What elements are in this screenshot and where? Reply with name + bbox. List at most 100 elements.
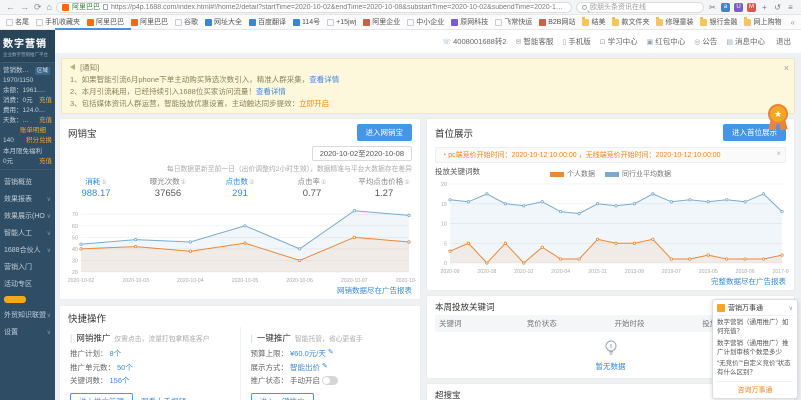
- svg-text:70: 70: [72, 212, 78, 218]
- extension-icon[interactable]: ✂: [708, 3, 717, 12]
- info-icon[interactable]: ①: [404, 180, 409, 186]
- bookmark-item[interactable]: 款文件夹: [612, 17, 649, 27]
- bookmark-item[interactable]: 名尾: [6, 17, 29, 27]
- bookmark-item[interactable]: 阿里巴巴: [87, 17, 124, 27]
- browser-nav-button[interactable]: ⟳: [34, 3, 42, 12]
- chat-question-link[interactable]: 数字营销（通用推广）如何充值？: [717, 319, 793, 337]
- chat-question-link[interactable]: 数字营销（通用推广）推广计划审核个数是多少: [717, 340, 793, 358]
- account-action-link[interactable]: 积分兑换: [26, 136, 52, 146]
- app-subtitle: 企业数字营销推广平台: [3, 51, 47, 57]
- header-link[interactable]: ✉ 智能客服: [516, 36, 554, 47]
- browser-search-input[interactable]: 欧朋头条资讯在线: [576, 2, 704, 13]
- date-range-picker[interactable]: 2020-10-02至2020-10-08: [312, 146, 412, 161]
- info-icon[interactable]: ②: [249, 180, 254, 186]
- sidebar-menu-item[interactable]: 营销概览 ∨: [0, 174, 55, 191]
- bookmark-item[interactable]: 百度翻译: [249, 17, 286, 27]
- bookmark-item[interactable]: 谷歌: [175, 17, 198, 27]
- medal-badge-icon[interactable]: ★: [765, 104, 791, 132]
- info-icon[interactable]: ①: [321, 180, 326, 186]
- bookmark-label: 阿里巴巴: [140, 17, 168, 27]
- bookmark-item[interactable]: 银行金融: [700, 17, 737, 27]
- browser-nav-button[interactable]: ←: [6, 3, 15, 12]
- extension-icon[interactable]: M: [747, 3, 756, 12]
- header-link-label: 学习中心: [608, 36, 638, 47]
- bookmark-item[interactable]: 手机收藏夹: [36, 17, 80, 27]
- address-bar[interactable]: 阿里巴巴 https://p4p.1688.com/index.html#!/h…: [56, 2, 572, 13]
- notice-open-link[interactable]: 立即开启: [299, 99, 329, 108]
- header-link-label: 智能客服: [523, 36, 553, 47]
- header-link[interactable]: ▤ 消息中心: [726, 36, 765, 47]
- edit-icon[interactable]: ✎: [328, 347, 334, 360]
- bookmark-item[interactable]: 网址大全: [205, 17, 242, 27]
- bookmark-label: 结美: [591, 17, 605, 27]
- enter-one-key-promo-button[interactable]: 进入一键推广: [251, 393, 314, 400]
- sidebar-menu-label: 设置: [4, 327, 18, 337]
- sidebar-menu-item[interactable]: 效果展示(HO ∨: [0, 208, 55, 225]
- browser-nav-button[interactable]: →: [20, 3, 29, 12]
- bookmark-label: 原网科技: [460, 17, 488, 27]
- sidebar-menu-item[interactable]: 智能人工 ∨: [0, 225, 55, 242]
- clock-icon: ◔: [442, 152, 446, 159]
- svg-text:2019-05: 2019-05: [698, 269, 717, 275]
- svg-text:30: 30: [72, 258, 78, 264]
- wangxiaobao-report-link[interactable]: 网销数据尽在广告报表: [337, 286, 412, 295]
- bookmark-item[interactable]: 中小企业: [407, 17, 444, 27]
- sidebar-menu-item[interactable]: 活动专区 ∨: [0, 276, 55, 293]
- promo-stat-label: 关键词数：: [70, 374, 108, 388]
- sidebar-menu-item[interactable]: 1688合伙人 ∨: [0, 242, 55, 259]
- bookmark-item[interactable]: 修理童装: [656, 17, 693, 27]
- account-action-link[interactable]: 充值: [39, 157, 52, 167]
- sidebar-menu-item[interactable]: 营销入门 ∨: [0, 259, 55, 276]
- chat-consult-button[interactable]: 咨询万事通: [717, 381, 793, 396]
- header-link[interactable]: ▯ 手机版: [562, 36, 590, 47]
- bookmark-item[interactable]: 原网科技: [451, 17, 488, 27]
- account-action-link[interactable]: 充值: [39, 96, 52, 106]
- chevron-down-icon[interactable]: ∨: [789, 305, 793, 312]
- sidebar-promo-pill[interactable]: [4, 296, 26, 303]
- sidebar-menu-item[interactable]: 设置 ∨: [0, 324, 55, 341]
- extension-icon[interactable]: ↺: [773, 3, 782, 12]
- extension-icon[interactable]: U: [734, 3, 743, 12]
- extension-icon[interactable]: ≡: [786, 3, 795, 12]
- close-icon[interactable]: ×: [784, 61, 789, 75]
- edit-icon[interactable]: ✎: [322, 361, 328, 374]
- bookmark-item[interactable]: 阿里企业: [363, 17, 400, 27]
- browser-nav-button[interactable]: ⌂: [47, 3, 52, 12]
- sidebar-menu-item[interactable]: ∨: [0, 293, 55, 307]
- sidebar-menu-label: 营销入门: [4, 262, 32, 272]
- close-icon[interactable]: ×: [776, 149, 781, 158]
- info-icon[interactable]: ①: [181, 180, 186, 186]
- promo-status-toggle[interactable]: [322, 376, 338, 385]
- header-link[interactable]: ☏ 4008001688转2: [442, 36, 506, 47]
- bookmarks-overflow-icon[interactable]: «: [791, 18, 795, 27]
- enter-promo-management-button[interactable]: 进入推广管理: [70, 393, 133, 400]
- chat-header[interactable]: 营销万事通 ∨: [717, 303, 793, 316]
- sidebar-menu-item[interactable]: 效果报表 ∨: [0, 191, 55, 208]
- enter-wangxiaobao-button[interactable]: 进入网销宝: [357, 124, 413, 141]
- shouwei-report-link[interactable]: 完整数据尽在广告报表: [711, 277, 786, 286]
- watch-video-link[interactable]: 观看上手视频: [141, 396, 186, 400]
- chevron-down-icon: ∨: [47, 247, 51, 254]
- extension-icon[interactable]: +: [760, 3, 769, 12]
- bookmark-item[interactable]: 网上购物: [744, 17, 781, 27]
- bookmark-item[interactable]: 114号: [293, 17, 320, 27]
- extension-icon[interactable]: a: [721, 3, 730, 12]
- chat-question-link[interactable]: “无竞价”“自定义竞价”状态有什么区别？: [717, 360, 793, 378]
- bookmark-item[interactable]: B2B网站: [539, 17, 575, 27]
- info-icon[interactable]: ①: [101, 180, 106, 186]
- notice-detail-link[interactable]: 查看详情: [309, 75, 339, 84]
- header-link[interactable]: ⊡ 学习中心: [600, 36, 638, 47]
- bookmark-item[interactable]: 阿里巴巴: [131, 17, 168, 27]
- header-link[interactable]: 退出: [774, 36, 791, 47]
- bookmark-item[interactable]: 飞常快运: [495, 17, 532, 27]
- bookmark-item[interactable]: +15jwj: [327, 17, 356, 27]
- header-link[interactable]: ◎ 公告: [694, 36, 717, 47]
- bookmark-label: 114号: [302, 17, 320, 27]
- svg-text:50: 50: [72, 235, 78, 241]
- header-link[interactable]: ▣ 红包中心: [647, 36, 686, 47]
- bookmark-item[interactable]: 结美: [582, 17, 605, 27]
- account-action-link[interactable]: 充值: [39, 116, 52, 126]
- notice-detail-link[interactable]: 查看详情: [256, 87, 286, 96]
- bookmark-icon: [495, 19, 502, 26]
- sidebar-menu-item[interactable]: 外贸知识联盟 ∨: [0, 307, 55, 324]
